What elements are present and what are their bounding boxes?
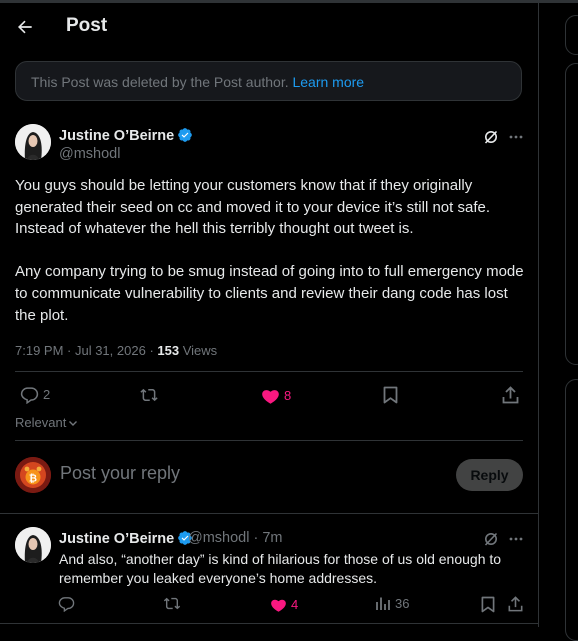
reply-count: 2	[43, 387, 51, 402]
more-options-button[interactable]	[508, 531, 524, 547]
share-icon	[502, 386, 519, 404]
more-icon	[509, 537, 523, 541]
deleted-post-notice: This Post was deleted by the Post author…	[15, 61, 522, 101]
share-button[interactable]	[508, 596, 523, 612]
bookmark-icon	[481, 596, 495, 613]
reply-text: And also, “another day” is kind of hilar…	[59, 551, 502, 586]
heart-filled-icon	[262, 390, 279, 404]
like-button[interactable]: 8	[261, 387, 291, 404]
bitcoin-avatar-icon: ₿	[15, 457, 51, 493]
post-timestamp[interactable]: 7:19 PM · Jul 31, 2026	[15, 343, 146, 358]
back-button[interactable]	[10, 12, 40, 42]
avatar[interactable]	[15, 124, 51, 160]
post-paragraph: You guys should be letting your customer…	[15, 177, 490, 238]
sidebar-panel	[565, 63, 578, 365]
share-button[interactable]	[502, 386, 519, 404]
like-button[interactable]: 4	[270, 597, 298, 612]
divider	[15, 371, 523, 372]
heart-filled-icon	[271, 599, 286, 612]
arrow-left-icon	[18, 20, 32, 34]
right-sidebar	[539, 3, 578, 641]
reply-avatar[interactable]	[15, 527, 51, 563]
reply-icon	[58, 597, 75, 612]
author-name-text: Justine O’Beirne	[59, 128, 175, 144]
meta-separator: ·	[149, 343, 154, 358]
like-count: 4	[291, 597, 299, 612]
learn-more-link[interactable]: Learn more	[292, 74, 364, 90]
reply-handle-time: @mshodl · 7m	[188, 530, 283, 546]
svg-text:₿: ₿	[29, 473, 37, 485]
post-text: You guys should be letting your customer…	[15, 175, 525, 326]
deleted-notice-text: This Post was deleted by the Post author…	[31, 74, 289, 90]
chevron-down-icon	[69, 420, 78, 426]
repost-button[interactable]	[139, 386, 159, 404]
like-count: 8	[284, 388, 292, 403]
bookmark-icon	[383, 386, 398, 404]
divider	[0, 623, 538, 624]
grok-icon	[484, 532, 498, 546]
views-label: Views	[182, 343, 218, 358]
analytics-icon	[376, 597, 390, 610]
bookmark-button[interactable]	[481, 596, 495, 613]
post-paragraph: Any company trying to be smug instead of…	[15, 263, 524, 324]
repost-icon	[140, 388, 158, 402]
bookmark-button[interactable]	[383, 386, 398, 404]
author-name[interactable]: Justine O’Beirne	[59, 127, 193, 144]
reply-author-name-text: Justine O’Beirne	[59, 531, 175, 547]
avatar-image	[15, 124, 51, 160]
divider	[15, 440, 523, 441]
more-icon	[509, 135, 523, 139]
reply-button[interactable]: Reply	[456, 459, 523, 491]
repost-icon	[163, 597, 181, 610]
page-title: Post	[66, 15, 108, 36]
views-button[interactable]: 36	[375, 596, 409, 611]
views-count: 153	[157, 343, 180, 358]
sort-dropdown[interactable]: Relevant	[15, 415, 78, 430]
avatar-image	[15, 527, 51, 563]
repost-button[interactable]	[163, 595, 181, 612]
verified-badge-icon	[178, 128, 193, 142]
author-handle[interactable]: @mshodl	[59, 146, 120, 162]
reply-input[interactable]: Post your reply	[60, 463, 180, 484]
share-icon	[508, 596, 523, 612]
reply-author-handle[interactable]: @mshodl	[188, 530, 249, 546]
more-options-button[interactable]	[508, 129, 524, 145]
divider	[0, 513, 538, 514]
reply-author-name[interactable]: Justine O’Beirne	[59, 530, 193, 547]
reply-icon	[20, 387, 39, 404]
sidebar-search-box[interactable]	[565, 15, 578, 55]
reply-action-button[interactable]: 2	[20, 385, 50, 404]
sidebar-panel	[565, 379, 578, 641]
grok-button[interactable]	[483, 129, 499, 145]
reply-action-button[interactable]	[58, 595, 75, 612]
views-count: 36	[395, 596, 410, 611]
grok-icon	[484, 130, 498, 144]
reply-time[interactable]: · 7m	[254, 530, 283, 546]
main-column: Post This Post was deleted by the Post a…	[0, 3, 539, 627]
grok-button[interactable]	[483, 531, 499, 547]
sort-label: Relevant	[15, 415, 67, 430]
composer-avatar[interactable]: ₿	[15, 457, 51, 493]
header: Post	[0, 3, 538, 51]
post-meta: 7:19 PM · Jul 31, 2026 · 153 Views	[15, 343, 217, 358]
